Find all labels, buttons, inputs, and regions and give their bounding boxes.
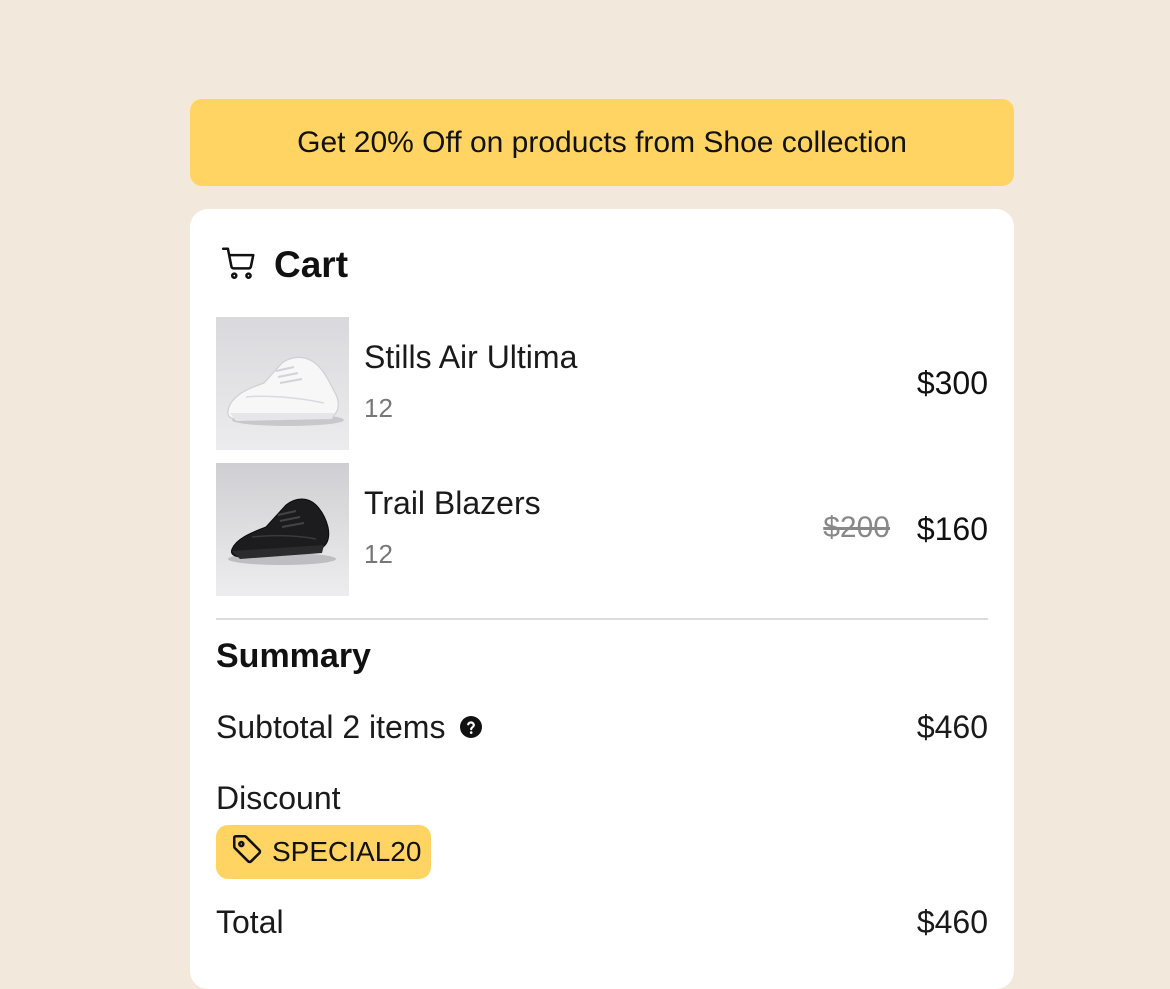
item-price: $160 [916, 511, 988, 547]
cart-item[interactable]: Stills Air Ultima 12 $300 [216, 317, 988, 450]
divider [216, 618, 988, 620]
product-image-white-sneaker[interactable] [216, 317, 349, 450]
subtotal-row: Subtotal 2 items [216, 709, 483, 746]
item-name[interactable]: Trail Blazers [364, 485, 541, 522]
cart-header: Cart [220, 244, 349, 287]
promo-banner-text: Get 20% Off on products from Shoe collec… [297, 125, 907, 159]
item-size: 12 [364, 539, 393, 569]
subtotal-value: $460 [916, 709, 988, 745]
question-circle-icon[interactable] [459, 715, 483, 739]
item-name[interactable]: Stills Air Ultima [364, 339, 577, 376]
total-label: Total [216, 904, 284, 940]
promo-banner: Get 20% Off on products from Shoe collec… [190, 99, 1014, 186]
item-price: $300 [916, 365, 988, 401]
cart-item[interactable]: Trail Blazers 12 $200 $160 [216, 463, 988, 596]
summary-title: Summary [216, 637, 371, 675]
item-original-price: $200 [823, 511, 890, 544]
product-image-black-sneaker[interactable] [216, 463, 349, 596]
cart-title: Cart [274, 244, 349, 285]
subtotal-label: Subtotal 2 items [216, 709, 446, 745]
coupon-badge[interactable]: SPECIAL20 [216, 825, 432, 879]
coupon-code: SPECIAL20 [272, 836, 422, 867]
item-size: 12 [364, 393, 393, 423]
tag-icon [230, 832, 264, 873]
total-value: $460 [916, 904, 988, 940]
cart-icon [220, 244, 258, 287]
discount-label: Discount [216, 780, 341, 816]
cart-card: Cart Stills Air Ultima 12 $300 Trail Bla… [190, 209, 1014, 989]
